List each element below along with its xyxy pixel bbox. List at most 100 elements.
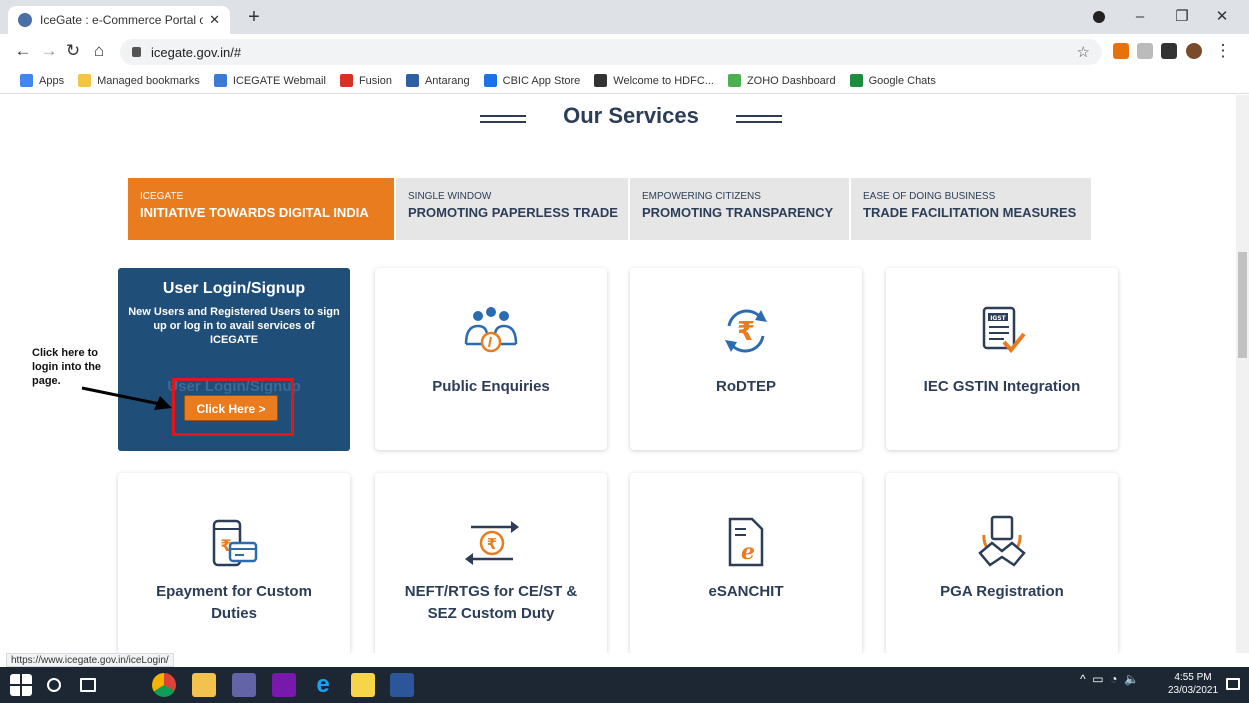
windows-taskbar — [0, 667, 1249, 703]
rupee-refresh-icon: ₹ — [725, 309, 767, 353]
bookmark-label: Managed bookmarks — [97, 74, 200, 87]
service-card-iec-gstin[interactable]: IGST IEC GSTIN Integration — [886, 268, 1118, 450]
bookmark-item[interactable]: Welcome to HDFC... — [594, 74, 714, 87]
system-tray-icons[interactable]: ^ ▭ ◔ 🔈 — [1080, 672, 1139, 686]
bookmark-favicon-icon — [405, 74, 419, 87]
bookmark-label: Antarang — [424, 74, 470, 87]
bookmark-label: Google Chats — [868, 74, 936, 87]
e-document-icon: e — [728, 517, 764, 567]
bookmark-label: CBIC App Store — [502, 74, 581, 87]
task-view-icon[interactable] — [80, 678, 96, 692]
browser-tab[interactable]: IceGate : e-Commerce Portal of C ✕ — [8, 6, 230, 34]
clock-date: 23/03/2021 — [1168, 685, 1219, 696]
tab-trade-facilitation[interactable]: EASE OF DOING BUSINESS TRADE FACILITATIO… — [851, 178, 1091, 240]
bookmark-item[interactable]: Managed bookmarks — [78, 74, 200, 87]
tab-digital-india[interactable]: ICEGATE INITIATIVE TOWARDS DIGITAL INDIA — [128, 178, 394, 240]
teams-icon[interactable] — [232, 673, 256, 697]
internet-explorer-icon[interactable]: e — [311, 673, 335, 697]
bookmarks-bar: Apps Managed bookmarks ICEGATE Webmail Fusi… — [0, 68, 1249, 94]
tab-title: IceGate : e-Commerce Portal of C — [40, 13, 204, 27]
tab-big-label: INITIATIVE TOWARDS DIGITAL INDIA — [140, 205, 369, 220]
service-card-public-enquiries[interactable]: Public Enquiries — [375, 268, 607, 450]
scrollbar-thumb[interactable] — [1238, 252, 1247, 358]
svg-text:IGST: IGST — [990, 315, 1006, 322]
bookmark-favicon-icon — [727, 74, 741, 87]
extension-icon[interactable] — [1113, 43, 1129, 59]
service-card-rodtep[interactable]: ₹ RoDTEP — [630, 268, 862, 450]
chrome-icon[interactable] — [152, 673, 176, 697]
windows-start-icon[interactable] — [10, 674, 32, 696]
service-label: Epayment for Custom Duties — [156, 583, 312, 622]
search-icon[interactable] — [47, 678, 61, 692]
close-tab-icon[interactable]: ✕ — [209, 12, 220, 28]
bookmark-favicon-icon — [594, 74, 608, 87]
bookmark-item[interactable]: ZOHO Dashboard — [727, 74, 836, 87]
bookmark-item[interactable]: Fusion — [339, 74, 392, 87]
bookmark-favicon-icon — [20, 74, 33, 87]
service-card-epayment[interactable]: ₹ Epayment for Custom Duties — [118, 473, 350, 653]
maximize-button[interactable]: ❐ — [1162, 4, 1202, 30]
bookmark-label: Welcome to HDFC... — [613, 74, 714, 87]
svg-text:₹: ₹ — [487, 535, 497, 553]
service-label: RoDTEP — [716, 378, 776, 395]
extensions-puzzle-icon[interactable] — [1161, 43, 1177, 59]
back-arrow-icon[interactable]: ← — [12, 40, 34, 62]
tab-small-label: EASE OF DOING BUSINESS — [863, 191, 996, 202]
login-card-description: New Users and Registered Users to sign u… — [128, 306, 340, 346]
gst-document-icon: IGST — [982, 306, 1026, 354]
menu-kebab-icon[interactable]: ⋮ — [1212, 40, 1234, 62]
tab-small-label: EMPOWERING CITIZENS — [642, 191, 761, 202]
tab-big-label: PROMOTING PAPERLESS TRADE — [408, 205, 618, 220]
extension-icon[interactable] — [1137, 43, 1153, 59]
bookmark-item[interactable]: Antarang — [405, 74, 470, 87]
new-tab-button[interactable]: + — [242, 6, 266, 30]
status-url: https://www.icegate.gov.in/iceLogin/ — [6, 653, 174, 667]
svg-text:e: e — [741, 539, 755, 565]
bookmark-item[interactable]: Apps — [20, 74, 64, 87]
window-close-button[interactable]: ✕ — [1202, 4, 1242, 30]
service-label: Public Enquiries — [432, 378, 550, 395]
annotation-arrow-icon — [81, 386, 172, 410]
tab-small-label: ICEGATE — [140, 191, 184, 202]
bookmark-favicon-icon — [483, 74, 497, 87]
bookmark-label: ZOHO Dashboard — [746, 74, 836, 87]
tab-paperless-trade[interactable]: SINGLE WINDOW PROMOTING PAPERLESS TRADE — [396, 178, 628, 240]
reload-icon[interactable]: ↻ — [62, 40, 84, 62]
service-card-esanchit[interactable]: e eSANCHIT — [630, 473, 862, 653]
service-card-pga-registration[interactable]: PGA Registration — [886, 473, 1118, 653]
service-label: NEFT/RTGS for CE/ST & SEZ Custom Duty — [404, 583, 578, 622]
file-explorer-icon[interactable] — [192, 673, 216, 697]
sticky-notes-icon[interactable] — [351, 673, 375, 697]
tab-big-label: TRADE FACILITATION MEASURES — [863, 205, 1077, 220]
svg-text:₹: ₹ — [737, 317, 755, 347]
taskbar-clock[interactable]: 4:55 PM 23/03/2021 — [1168, 671, 1218, 697]
word-icon[interactable] — [390, 673, 414, 697]
service-label: IEC GSTIN Integration — [923, 378, 1081, 395]
people-icon — [464, 307, 518, 353]
bookmark-item[interactable]: ICEGATE Webmail — [213, 74, 326, 87]
service-label: eSANCHIT — [708, 583, 784, 600]
url-text: icegate.gov.in/# — [151, 44, 242, 60]
lock-icon — [132, 47, 141, 57]
service-label: PGA Registration — [940, 583, 1064, 600]
bookmark-star-icon[interactable]: ☆ — [1077, 43, 1090, 61]
tab-small-label: SINGLE WINDOW — [408, 191, 492, 202]
account-avatar-icon[interactable] — [1186, 43, 1202, 59]
service-card-neft-rtgs[interactable]: ₹ NEFT/RTGS for CE/ST & SEZ Custom Duty — [375, 473, 607, 653]
page-scrollbar[interactable] — [1236, 95, 1249, 653]
onenote-icon[interactable] — [272, 673, 296, 697]
handshake-icon — [978, 515, 1026, 567]
bookmark-favicon-icon — [213, 74, 227, 87]
bookmark-item[interactable]: Google Chats — [849, 74, 936, 87]
phone-payment-icon: ₹ — [212, 519, 258, 567]
profile-icon[interactable] — [1093, 11, 1105, 23]
bookmark-favicon-icon — [339, 74, 353, 87]
home-icon[interactable]: ⌂ — [88, 40, 110, 62]
minimize-button[interactable]: – — [1120, 4, 1160, 30]
address-bar[interactable]: icegate.gov.in/# ☆ — [120, 39, 1102, 65]
bookmark-item[interactable]: CBIC App Store — [483, 74, 581, 87]
tab-transparency[interactable]: EMPOWERING CITIZENS PROMOTING TRANSPAREN… — [630, 178, 849, 240]
notifications-icon[interactable] — [1226, 678, 1240, 690]
clock-time: 4:55 PM — [1174, 672, 1212, 683]
forward-arrow-icon[interactable]: → — [38, 40, 60, 62]
